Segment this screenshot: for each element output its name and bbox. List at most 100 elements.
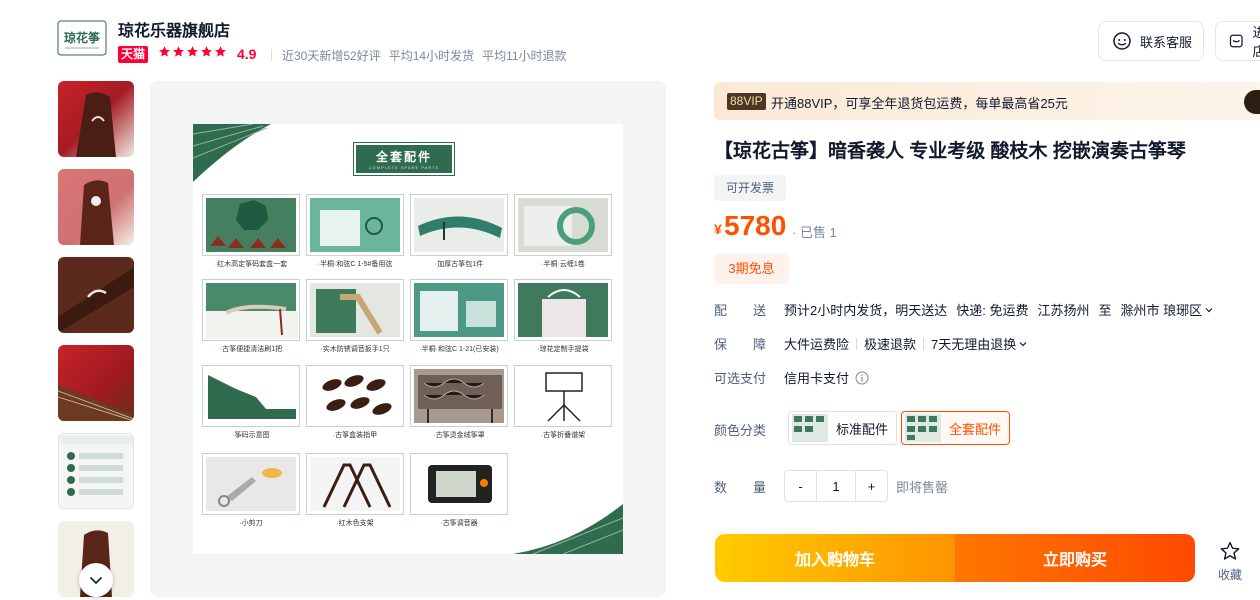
accessory-tile	[410, 194, 508, 256]
accessory-tile	[202, 453, 300, 515]
thumbnail-4[interactable]	[58, 345, 134, 421]
star-icon	[201, 46, 212, 57]
guarantee-list: 大件运费险 极速退款 7天无理由退换	[784, 334, 1028, 353]
accessory-tile	[410, 279, 508, 341]
quantity-input[interactable]: 1	[817, 471, 855, 501]
factory-info-image	[61, 436, 133, 496]
accessory-caption: ·半桐·和弦C 1-5#备用弦	[317, 261, 393, 268]
ship-to-word: 至	[1098, 303, 1112, 318]
color-option-label: 全套配件	[949, 421, 1002, 437]
ship-to: 滁州市 琅琊区	[1120, 303, 1203, 318]
product-title: 【琼花古筝】暗香袭人 专业考级 酸枝木 挖嵌演奏古筝琴	[714, 141, 1186, 162]
color-option-label: 标准配件	[836, 421, 889, 437]
divider	[271, 49, 272, 61]
guzheng-image	[58, 169, 134, 245]
guzheng-image	[58, 385, 134, 421]
divider	[856, 337, 858, 350]
favorite-button[interactable]: 收藏	[1214, 540, 1246, 583]
accessory-caption: ·古筝烫金绒筝罩	[433, 432, 485, 439]
option-thumbnail	[905, 414, 941, 442]
poster-subtitle: COMPLETE SPARE PARTS	[368, 165, 440, 170]
guarantee-item: 极速退款	[864, 337, 917, 352]
enter-shop-label: 进店	[1252, 25, 1260, 59]
payment-method: 信用卡支付	[784, 371, 850, 386]
favorite-label: 收藏	[1217, 568, 1242, 582]
accessory-caption: ·加厚古筝包1件	[434, 261, 484, 268]
thumbnail-scroll-down-button[interactable]	[79, 563, 113, 597]
thumbnail-3[interactable]	[58, 257, 134, 333]
quantity-decrease-button[interactable]: -	[785, 471, 817, 501]
stat-reviews: 近30天新增52好评	[282, 49, 381, 63]
delivery-label: 配 送	[714, 303, 767, 318]
accessory-caption: ·半桐·和弦C 1-21(已安装)	[419, 346, 499, 353]
shop-icon	[1229, 34, 1243, 48]
accessory-tile	[410, 453, 508, 515]
star-icon	[159, 46, 170, 57]
accessory-tile	[514, 279, 612, 341]
delivery-time: 预计2小时内发货，明天送达	[784, 303, 948, 318]
invoice-tag: 可开发票	[714, 175, 786, 201]
color-label: 颜色分类	[714, 423, 767, 438]
color-option-full[interactable]: 全套配件	[901, 411, 1011, 445]
tmall-badge: 天猫	[118, 46, 149, 63]
ship-to-selector[interactable]: 滁州市 琅琊区	[1121, 300, 1215, 319]
star-icon	[187, 46, 198, 57]
star-icon	[173, 46, 184, 57]
accessory-tile	[306, 365, 404, 427]
payment-label: 可选支付	[714, 371, 767, 386]
buy-now-button[interactable]: 立即购买	[955, 534, 1195, 582]
accessory-caption: ·古筝盒装指甲	[332, 432, 378, 439]
guzheng-image	[76, 92, 116, 157]
accessories-poster: 全套配件 COMPLETE SPARE PARTS ·红木高定筝码套盒一套 ·半…	[193, 124, 623, 554]
logo-text: 琼花筝	[64, 30, 100, 45]
delivery-info: 预计2小时内发货，明天送达 快递: 免运费 江苏扬州 至 滁州市 琅琊区	[784, 300, 1214, 319]
accessory-tile	[306, 194, 404, 256]
vip-text: 开通88VIP，可享全年退货包运费，每单最高省25元	[771, 96, 1068, 111]
accessory-caption: ·红木色支架	[336, 520, 374, 527]
sold-count: · 已售 1	[792, 225, 837, 240]
store-logo[interactable]: 琼花筝	[57, 20, 107, 56]
quantity-increase-button[interactable]: +	[855, 471, 887, 501]
stat-shipping-time: 平均14小时发货	[388, 49, 475, 63]
accessory-caption: ·古筝折叠谱架	[540, 432, 586, 439]
contact-service-label: 联系客服	[1140, 34, 1193, 50]
poster-title: 全套配件	[375, 150, 432, 164]
info-icon[interactable]	[855, 371, 869, 385]
divider	[923, 337, 925, 350]
guarantee-dropdown[interactable]: 7天无理由退换	[931, 334, 1028, 353]
installment-badge[interactable]: 3期免息	[714, 254, 789, 284]
guzheng-image	[58, 267, 134, 333]
customer-service-icon	[1113, 32, 1131, 50]
option-thumbnail	[792, 414, 828, 442]
rating-stars	[158, 45, 227, 58]
accessory-tile	[514, 365, 612, 427]
ship-from: 江苏扬州	[1037, 303, 1090, 318]
accessory-tile	[410, 365, 508, 427]
enter-shop-button[interactable]: 进店	[1215, 21, 1260, 61]
accessory-caption: ·筝码示意图	[232, 432, 270, 439]
leaf-decoration	[193, 124, 271, 182]
store-name[interactable]: 琼花乐器旗舰店	[118, 17, 230, 41]
accessory-tile	[202, 279, 300, 341]
chevron-down-icon	[1205, 307, 1213, 312]
product-price: 5780	[724, 210, 787, 241]
thumbnail-2[interactable]	[58, 169, 134, 245]
accessory-tile	[202, 365, 300, 427]
thumbnail-5[interactable]	[58, 433, 134, 509]
store-stats: 近30天新增52好评 平均14小时发货 平均11小时退款	[282, 47, 567, 64]
star-icon	[215, 46, 226, 57]
color-option-standard[interactable]: 标准配件	[788, 411, 898, 445]
store-rating: 4.9	[237, 46, 257, 62]
accessory-caption: ·实木防锈调音扳手1只	[320, 346, 390, 353]
accessory-caption: ·琼花定制手提袋	[537, 346, 589, 353]
star-outline-icon	[1220, 541, 1240, 560]
guarantee-label: 保 障	[714, 337, 767, 352]
accessory-tile	[306, 453, 404, 515]
shipping-fee: 快递: 免运费	[956, 303, 1029, 318]
guarantee-item: 大件运费险	[784, 337, 850, 352]
accessory-tile	[202, 194, 300, 256]
add-to-cart-button[interactable]: 加入购物车	[715, 534, 955, 582]
contact-service-button[interactable]: 联系客服	[1098, 21, 1204, 61]
stat-refund-time: 平均11小时退款	[482, 49, 567, 63]
thumbnail-1[interactable]	[58, 81, 134, 157]
